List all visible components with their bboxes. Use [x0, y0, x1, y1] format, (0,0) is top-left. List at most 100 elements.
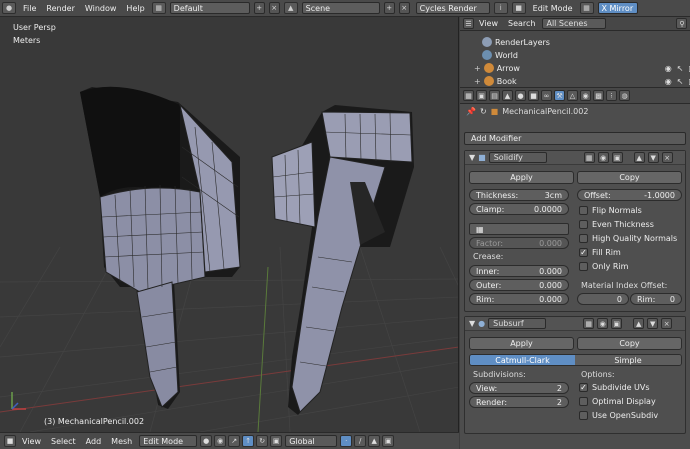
- properties-editor-icon[interactable]: ▦: [463, 90, 474, 101]
- menu-file[interactable]: File: [18, 0, 41, 17]
- outliner-filter-selector[interactable]: All Scenes: [542, 18, 607, 29]
- viewport-toggle-icon[interactable]: ◉: [597, 318, 609, 329]
- remove-modifier-icon[interactable]: ×: [661, 318, 673, 329]
- render-tab-icon[interactable]: ▣: [476, 90, 487, 101]
- menu-mesh[interactable]: Mesh: [106, 437, 137, 446]
- info-icon[interactable]: i: [493, 2, 508, 14]
- constraints-tab-icon[interactable]: ∞: [541, 90, 552, 101]
- outliner-row[interactable]: RenderLayers: [482, 36, 690, 48]
- outliner-editor-icon[interactable]: ☰: [463, 18, 474, 29]
- render-engine-selector[interactable]: Cycles Render: [415, 2, 490, 14]
- thickness-field[interactable]: Thickness: 3cm: [469, 189, 569, 201]
- material-index-field[interactable]: 0: [577, 293, 629, 305]
- flip-normals-checkbox[interactable]: Flip Normals: [579, 206, 642, 215]
- occlude-geometry-icon[interactable]: ▣: [382, 435, 395, 447]
- object-tab-icon[interactable]: ■: [528, 90, 539, 101]
- texture-tab-icon[interactable]: ▩: [593, 90, 604, 101]
- clamp-field[interactable]: Clamp: 0.0000: [469, 203, 569, 215]
- translate-icon[interactable]: ↑: [242, 435, 255, 447]
- move-down-icon[interactable]: ▼: [647, 152, 659, 163]
- subdivide-uvs-checkbox[interactable]: ✓ Subdivide UVs: [579, 383, 650, 392]
- catmull-clark-option[interactable]: Catmull-Clark: [470, 355, 575, 365]
- particles-tab-icon[interactable]: ⁝: [606, 90, 617, 101]
- scene-selector[interactable]: Scene: [301, 2, 380, 14]
- face-select-icon[interactable]: ▲: [368, 435, 381, 447]
- world-tab-icon[interactable]: ●: [515, 90, 526, 101]
- outliner-menu-view[interactable]: View: [474, 19, 503, 28]
- render-toggle-icon[interactable]: ▣: [611, 318, 623, 329]
- pin-icon[interactable]: 📌: [466, 107, 476, 116]
- layout-grid-icon[interactable]: ▦: [151, 2, 166, 14]
- outliner-row[interactable]: World: [482, 49, 690, 61]
- subsurf-copy-button[interactable]: Copy: [577, 337, 682, 350]
- mode-selector[interactable]: Edit Mode: [139, 435, 198, 447]
- remove-layout-icon[interactable]: ×: [268, 2, 280, 14]
- editor-type-icon[interactable]: ■: [4, 435, 16, 447]
- scale-icon[interactable]: ▣: [270, 435, 283, 447]
- move-up-icon[interactable]: ▲: [633, 152, 645, 163]
- edge-select-icon[interactable]: /: [354, 435, 367, 447]
- solidify-copy-button[interactable]: Copy: [577, 171, 682, 184]
- menu-add[interactable]: Add: [81, 437, 107, 446]
- expand-arrow-icon[interactable]: +: [474, 77, 481, 86]
- render-toggle-icon[interactable]: ▣: [611, 152, 623, 163]
- add-scene-icon[interactable]: +: [383, 2, 395, 14]
- menu-select[interactable]: Select: [46, 437, 81, 446]
- subsurf-name-field[interactable]: Subsurf: [488, 318, 547, 329]
- manipulator-toggle-icon[interactable]: ↗: [228, 435, 241, 447]
- visibility-toggles[interactable]: ◉↖▣: [665, 77, 690, 86]
- physics-tab-icon[interactable]: ◍: [619, 90, 630, 101]
- fill-rim-checkbox[interactable]: ✓ Fill Rim: [579, 248, 621, 257]
- use-opensubdiv-checkbox[interactable]: Use OpenSubdiv: [579, 411, 658, 420]
- collapse-arrow-icon[interactable]: ▼: [469, 319, 475, 328]
- scene-tab-icon[interactable]: ▲: [502, 90, 513, 101]
- only-rim-checkbox[interactable]: Only Rim: [579, 262, 628, 271]
- solidify-name-field[interactable]: Solidify: [488, 152, 547, 163]
- menu-help[interactable]: Help: [121, 0, 149, 17]
- visibility-toggles[interactable]: ◉↖▣: [665, 64, 690, 73]
- modifiers-tab-icon[interactable]: ⚒: [554, 90, 565, 101]
- crease-rim-field[interactable]: Rim: 0.000: [469, 293, 569, 305]
- collapse-arrow-icon[interactable]: ▼: [469, 153, 475, 162]
- eye-icon[interactable]: ◉: [665, 64, 672, 73]
- simple-option[interactable]: Simple: [575, 355, 681, 365]
- 3d-viewport[interactable]: User Persp Meters (3) MechanicalPencil.0…: [0, 17, 459, 432]
- cursor-icon[interactable]: ↖: [677, 64, 684, 73]
- menu-window[interactable]: Window: [80, 0, 122, 17]
- editmode-toggle-icon[interactable]: ▦: [583, 152, 595, 163]
- remove-scene-icon[interactable]: ×: [398, 2, 410, 14]
- move-up-icon[interactable]: ▲: [633, 318, 645, 329]
- rotate-icon[interactable]: ↻: [256, 435, 269, 447]
- vertex-select-icon[interactable]: ·: [340, 435, 353, 447]
- material-tab-icon[interactable]: ◉: [580, 90, 591, 101]
- render-layers-tab-icon[interactable]: ▤: [489, 90, 500, 101]
- add-layout-icon[interactable]: +: [253, 2, 265, 14]
- crease-inner-field[interactable]: Inner: 0.000: [469, 265, 569, 277]
- subdiv-view-field[interactable]: View: 2: [469, 382, 569, 394]
- left-mesh-object[interactable]: [80, 86, 241, 409]
- menu-view[interactable]: View: [17, 437, 46, 446]
- crease-outer-field[interactable]: Outer: 0.000: [469, 279, 569, 291]
- scene-icon[interactable]: ▲: [283, 2, 298, 14]
- right-mesh-object[interactable]: [271, 105, 414, 415]
- subsurf-apply-button[interactable]: Apply: [469, 337, 574, 350]
- x-mirror-button[interactable]: X Mirror: [597, 2, 638, 14]
- vertex-group-field[interactable]: ▦: [469, 223, 569, 235]
- expand-arrow-icon[interactable]: +: [474, 64, 481, 73]
- cursor-icon[interactable]: ↖: [677, 77, 684, 86]
- mirror-toggle-icon[interactable]: ▦: [579, 2, 594, 14]
- add-modifier-dropdown[interactable]: Add Modifier: [464, 132, 686, 145]
- outliner-search-icon[interactable]: ⚲: [676, 18, 688, 29]
- shading-solid-icon[interactable]: ●: [200, 435, 213, 447]
- blender-logo-icon[interactable]: ●: [2, 2, 16, 14]
- outliner-menu-search[interactable]: Search: [503, 19, 540, 28]
- move-down-icon[interactable]: ▼: [647, 318, 659, 329]
- remove-modifier-icon[interactable]: ×: [661, 152, 673, 163]
- pivot-icon[interactable]: ◉: [214, 435, 227, 447]
- material-rim-field[interactable]: Rim: 0: [630, 293, 682, 305]
- viewport-toggle-icon[interactable]: ◉: [597, 152, 609, 163]
- offset-field[interactable]: Offset: -1.0000: [577, 189, 682, 201]
- menu-render[interactable]: Render: [41, 0, 79, 17]
- editmode-toggle-icon[interactable]: ▦: [583, 318, 595, 329]
- data-tab-icon[interactable]: △: [567, 90, 578, 101]
